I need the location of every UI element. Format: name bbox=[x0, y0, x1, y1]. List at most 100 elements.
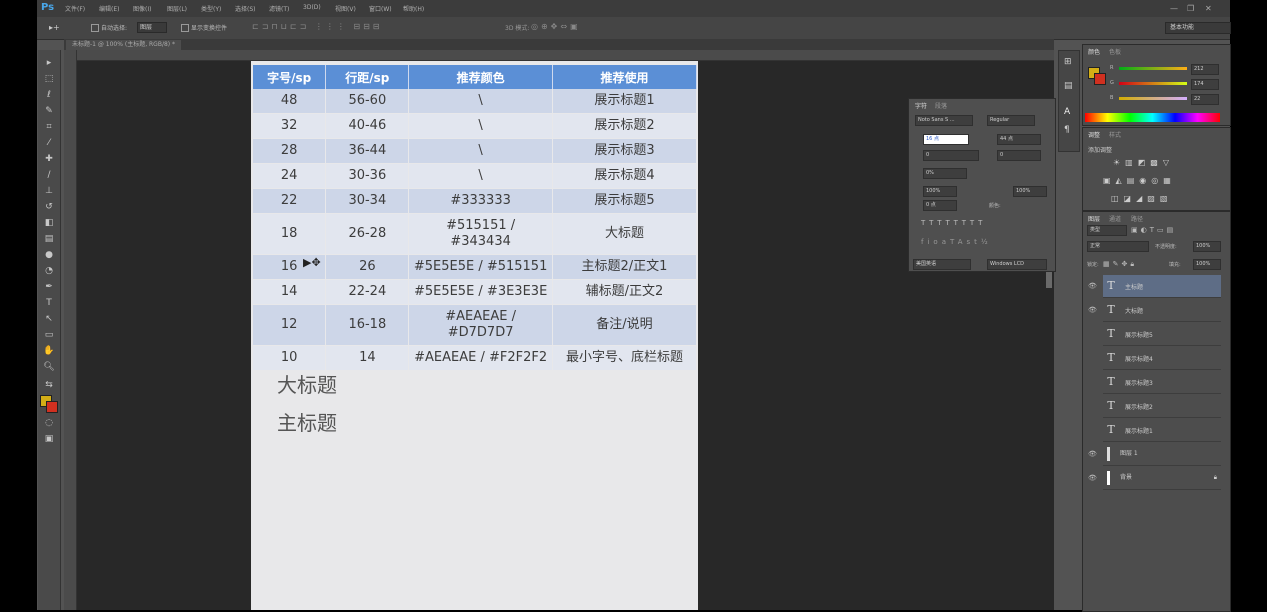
healing-tool-icon[interactable]: ✚ bbox=[41, 152, 57, 166]
show-transform-checkbox[interactable] bbox=[181, 24, 189, 32]
fill-field[interactable]: 100% bbox=[1193, 259, 1221, 270]
leading-field[interactable]: 44 点 bbox=[997, 134, 1041, 145]
menu-image[interactable]: 图像(I) bbox=[133, 4, 151, 14]
layer-item-big-title[interactable]: T 大标题 bbox=[1103, 299, 1221, 322]
eye-icon[interactable]: 👁︎ bbox=[1088, 306, 1097, 314]
type-tool-icon[interactable]: T bbox=[41, 296, 57, 310]
r-slider[interactable] bbox=[1119, 67, 1187, 70]
tab-character[interactable]: 字符 bbox=[915, 101, 927, 110]
filter-icons[interactable]: ▣◐T▭▤ bbox=[1131, 226, 1176, 234]
align-icons[interactable]: ⊏⊐⊓⊔⊏⊐ ⋮⋮⋮ ⊟⊟⊟ bbox=[252, 22, 383, 31]
stamp-tool-icon[interactable]: ⊥ bbox=[41, 184, 57, 198]
3d-mode-icons[interactable]: ◎⊕✥⇔▣ bbox=[531, 22, 581, 31]
menu-help[interactable]: 帮助(H) bbox=[403, 4, 424, 14]
font-family-dropdown[interactable]: Noto Sans S ... bbox=[915, 115, 973, 126]
opentype-icons[interactable]: fioaTAst½ bbox=[921, 238, 992, 246]
b-slider[interactable] bbox=[1119, 97, 1187, 100]
tab-styles[interactable]: 样式 bbox=[1109, 130, 1121, 139]
menu-file[interactable]: 文件(F) bbox=[65, 4, 85, 14]
big-title-text[interactable]: 大标题 bbox=[277, 369, 337, 398]
tab-adjustments[interactable]: 调整 bbox=[1088, 130, 1100, 139]
baseline-shift-field[interactable]: 0 点 bbox=[923, 200, 957, 211]
main-title-text[interactable]: 主标题 bbox=[277, 407, 337, 436]
type-style-icons[interactable]: TTTTTTTT bbox=[921, 219, 986, 227]
vertical-scale-field[interactable]: 100% bbox=[923, 186, 957, 197]
antialias-dropdown[interactable]: Windows LCD bbox=[987, 259, 1047, 270]
shape-tool-icon[interactable]: ▭ bbox=[41, 328, 57, 342]
menu-window[interactable]: 窗口(W) bbox=[369, 4, 392, 14]
adjustment-icons-row3[interactable]: ◫◪◢▨▧ bbox=[1111, 194, 1172, 203]
zoom-tool-icon[interactable]: 🔍︎ bbox=[41, 360, 57, 374]
tab-channels[interactable]: 通道 bbox=[1109, 214, 1121, 223]
eraser-tool-icon[interactable]: ◧ bbox=[41, 216, 57, 230]
layer-filter-dropdown[interactable]: 类型 bbox=[1087, 225, 1127, 236]
vertical-scrollbar[interactable] bbox=[1046, 270, 1052, 288]
character-panel-icon[interactable]: A bbox=[1064, 107, 1070, 117]
layer-item-display-title-1[interactable]: T 展示标题1 bbox=[1103, 419, 1221, 442]
r-value[interactable]: 212 bbox=[1191, 64, 1219, 75]
adjustment-icons-row2[interactable]: ▣◭▤◉◎▦ bbox=[1103, 176, 1176, 185]
move-tool-icon[interactable]: ▸+ bbox=[49, 23, 60, 32]
eye-icon[interactable]: 👁︎ bbox=[1088, 450, 1097, 458]
move-tool-icon[interactable]: ▸ bbox=[41, 56, 57, 70]
layer-item-display-title-4[interactable]: T 展示标题4 bbox=[1103, 347, 1221, 370]
menu-select[interactable]: 选择(S) bbox=[235, 4, 256, 14]
blend-mode-dropdown[interactable]: 正常 bbox=[1087, 241, 1149, 252]
tab-paths[interactable]: 路径 bbox=[1131, 214, 1143, 223]
crop-tool-icon[interactable]: ⌗ bbox=[41, 120, 57, 134]
font-style-dropdown[interactable]: Regular bbox=[987, 115, 1035, 126]
g-value[interactable]: 174 bbox=[1191, 79, 1219, 90]
marquee-tool-icon[interactable]: ⬚ bbox=[41, 72, 57, 86]
background-color-swatch[interactable] bbox=[46, 401, 58, 413]
gradient-tool-icon[interactable]: ▤ bbox=[41, 232, 57, 246]
restore-icon[interactable]: ❐ bbox=[1187, 4, 1194, 13]
history-brush-icon[interactable]: ↺ bbox=[41, 200, 57, 214]
quick-mask-icon[interactable]: ◌ bbox=[41, 416, 57, 430]
layer-item-background[interactable]: 背景 🔒︎ bbox=[1103, 467, 1221, 490]
layer-item-display-title-2[interactable]: T 展示标题2 bbox=[1103, 395, 1221, 418]
auto-select-dropdown[interactable]: 图层 bbox=[137, 22, 167, 33]
color-spectrum[interactable] bbox=[1085, 113, 1220, 122]
menu-3d[interactable]: 3D(D) bbox=[303, 4, 321, 14]
brush-tool-icon[interactable]: ∕ bbox=[41, 168, 57, 182]
layer-item-layer-1[interactable]: 图层 1 bbox=[1103, 443, 1221, 466]
minimize-icon[interactable]: — bbox=[1170, 4, 1178, 13]
eye-icon[interactable]: 👁︎ bbox=[1088, 474, 1097, 482]
document-tab[interactable]: 未标题-1 @ 100% (主标题, RGB/8) * bbox=[66, 40, 182, 50]
quick-select-tool-icon[interactable]: ✎ bbox=[41, 104, 57, 118]
history-panel-icon[interactable]: ⊞ bbox=[1064, 57, 1072, 67]
paragraph-panel-icon[interactable]: ¶ bbox=[1064, 125, 1070, 135]
blur-tool-icon[interactable]: ● bbox=[41, 248, 57, 262]
workspace-dropdown[interactable]: 基本功能 bbox=[1165, 22, 1231, 34]
lock-icons[interactable]: ▦✎✥🔒︎ bbox=[1103, 260, 1137, 269]
document-canvas[interactable]: 字号/sp 行距/sp 推荐颜色 推荐使用 48 56-60 \ 展示标题1 32 40… bbox=[251, 61, 698, 610]
tsume-field[interactable]: 0% bbox=[923, 168, 967, 179]
layer-item-main-title[interactable]: T 主标题 bbox=[1103, 275, 1221, 298]
g-slider[interactable] bbox=[1119, 82, 1187, 85]
properties-panel-icon[interactable]: ▤ bbox=[1064, 81, 1073, 91]
b-value[interactable]: 22 bbox=[1191, 94, 1219, 105]
tracking-field[interactable]: 0 bbox=[997, 150, 1041, 161]
horizontal-scale-field[interactable]: 100% bbox=[1013, 186, 1047, 197]
layer-item-display-title-3[interactable]: T 展示标题3 bbox=[1103, 371, 1221, 394]
tab-color[interactable]: 颜色 bbox=[1088, 47, 1100, 56]
layer-item-display-title-5[interactable]: T 展示标题5 bbox=[1103, 323, 1221, 346]
close-icon[interactable]: ✕ bbox=[1205, 4, 1212, 13]
eye-icon[interactable]: 👁︎ bbox=[1088, 282, 1097, 290]
swap-colors-icon[interactable]: ⇆ bbox=[41, 378, 57, 392]
auto-select-checkbox[interactable] bbox=[91, 24, 99, 32]
eyedropper-tool-icon[interactable]: ⁄ bbox=[41, 136, 57, 150]
lasso-tool-icon[interactable]: ℓ bbox=[41, 88, 57, 102]
menu-layer[interactable]: 图层(L) bbox=[167, 4, 187, 14]
tab-swatches[interactable]: 色板 bbox=[1109, 47, 1121, 56]
menu-filter[interactable]: 滤镜(T) bbox=[269, 4, 289, 14]
font-size-field[interactable]: 16 点 bbox=[923, 134, 969, 145]
menu-view[interactable]: 视图(V) bbox=[335, 4, 356, 14]
tab-layers[interactable]: 图层 bbox=[1088, 214, 1100, 223]
dodge-tool-icon[interactable]: ◔ bbox=[41, 264, 57, 278]
menu-edit[interactable]: 编辑(E) bbox=[99, 4, 119, 14]
background-swatch[interactable] bbox=[1094, 73, 1106, 85]
screen-mode-icon[interactable]: ▣ bbox=[41, 432, 57, 446]
adjustment-icons-row1[interactable]: ☀▥◩▩▽ bbox=[1113, 158, 1174, 167]
tab-paragraph[interactable]: 段落 bbox=[935, 101, 947, 110]
